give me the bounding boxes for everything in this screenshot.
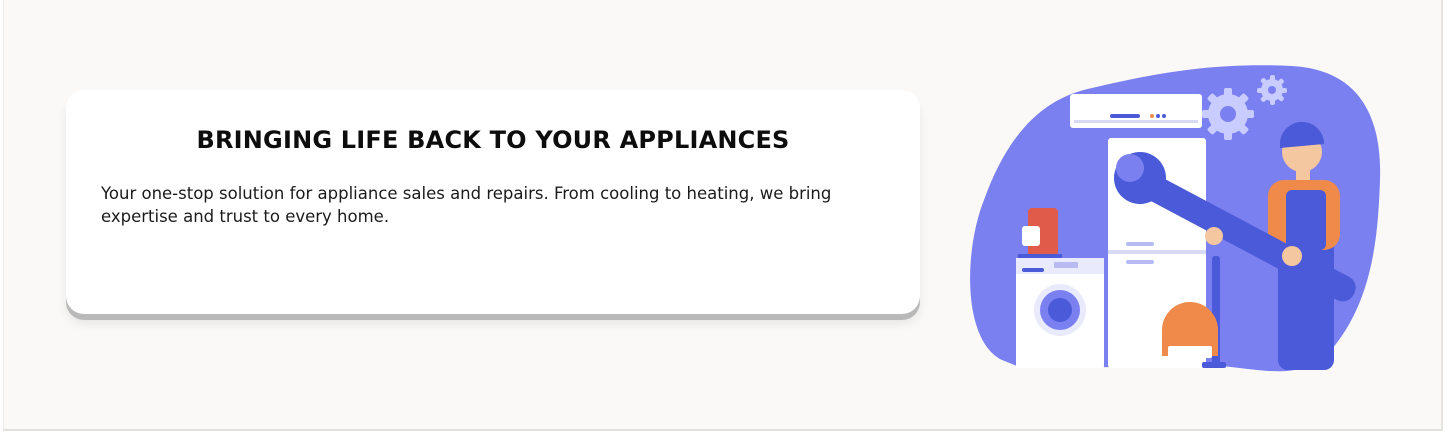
air-conditioner xyxy=(1070,94,1202,128)
hero-description: Your one-stop solution for appliance sal… xyxy=(101,184,832,226)
washing-machine xyxy=(1016,258,1104,368)
gear-icon xyxy=(1202,88,1254,140)
page-frame: BRINGING LIFE BACK TO YOUR APPLIANCES Yo… xyxy=(3,0,1443,431)
repair-technician-illustration xyxy=(970,65,1381,372)
hero-title: BRINGING LIFE BACK TO YOUR APPLIANCES xyxy=(196,126,790,154)
small-gear-icon xyxy=(1257,75,1287,105)
hero-card: BRINGING LIFE BACK TO YOUR APPLIANCES Yo… xyxy=(66,90,920,314)
